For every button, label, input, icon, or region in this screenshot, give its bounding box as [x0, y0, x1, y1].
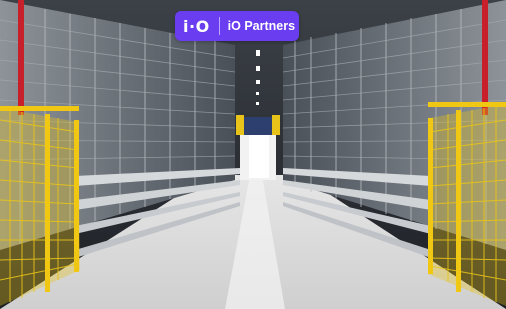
far-yellow-left — [236, 115, 244, 135]
warehouse-illustration — [0, 0, 506, 309]
far-yellow-right — [272, 115, 280, 135]
far-door-light — [249, 130, 269, 178]
right-safety-fence — [428, 102, 506, 306]
badge-label: iO Partners — [227, 19, 296, 33]
io-partners-badge: i·O iO Partners — [175, 11, 299, 41]
badge-divider — [218, 17, 220, 35]
io-logo-icon: i·O — [183, 16, 210, 36]
warehouse-photo: i·O iO Partners — [0, 0, 506, 309]
left-red-upright — [18, 0, 24, 115]
right-red-upright — [482, 0, 488, 115]
